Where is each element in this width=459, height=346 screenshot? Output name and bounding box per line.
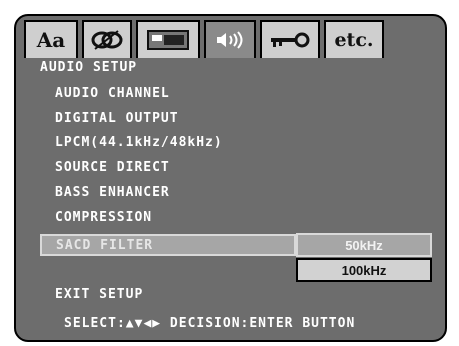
exit-setup[interactable]: EXIT SETUP [55, 287, 143, 302]
menu-item-digital-output[interactable]: DIGITAL OUTPUT [55, 111, 179, 126]
key-icon [271, 32, 310, 48]
menu-item-compression[interactable]: COMPRESSION [55, 210, 152, 225]
tab-audio[interactable] [204, 20, 256, 58]
language-icon: Aa [36, 28, 66, 52]
picture-settings-icon [91, 30, 123, 50]
speaker-icon [217, 31, 243, 49]
menu-item-audio-channel[interactable]: AUDIO CHANNEL [55, 86, 170, 101]
tab-display[interactable] [136, 20, 200, 58]
tab-lock[interactable] [260, 20, 320, 58]
tab-etc[interactable]: etc. [324, 20, 384, 58]
menu-item-bass-enhancer[interactable]: BASS ENHANCER [55, 185, 170, 200]
navigation-hint: SELECT:▲▼◀▶ DECISION:ENTER BUTTON [64, 316, 356, 331]
tab-picture[interactable] [82, 20, 132, 58]
menu-title: AUDIO SETUP [40, 60, 138, 75]
option-100khz[interactable]: 100kHz [296, 258, 432, 282]
option-50khz[interactable]: 50kHz [296, 233, 432, 257]
menu-item-lpcm[interactable]: LPCM(44.1kHz/48kHz) [55, 135, 223, 150]
sacd-filter-label: SACD FILTER [56, 238, 154, 253]
tab-language[interactable]: Aa [24, 20, 78, 58]
display-settings-icon [147, 30, 189, 50]
etc-label: etc. [334, 29, 374, 51]
menu-item-source-direct[interactable]: SOURCE DIRECT [55, 160, 170, 175]
menu-item-sacd-filter[interactable]: SACD FILTER [40, 234, 296, 256]
